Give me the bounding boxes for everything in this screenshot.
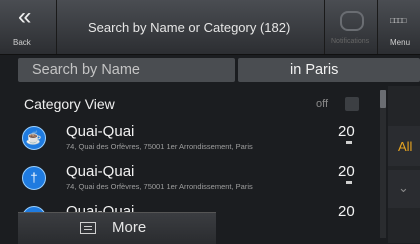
notifications-label: Notifications <box>331 38 370 45</box>
speech-bubble-icon <box>340 11 364 31</box>
more-button[interactable]: More <box>18 212 216 244</box>
search-placeholder: Search by Name <box>32 62 140 78</box>
back-icon: « <box>18 3 32 30</box>
page-title: Search by Name or Category (182) <box>88 20 291 35</box>
city-selector-button[interactable]: in Paris <box>238 58 420 82</box>
place-distance: 20 <box>338 123 355 140</box>
menu-label: Menu <box>390 38 411 47</box>
place-distance: 20 <box>338 203 355 220</box>
top-bar: « Back Search by Name or Category (182) … <box>0 0 420 55</box>
back-button[interactable]: « Back <box>0 0 57 54</box>
collapse-button[interactable]: ⌄ <box>388 170 420 208</box>
list-item[interactable]: † Quai-Quai 74, Quai des Orfèvres, 75001… <box>18 160 378 198</box>
menu-grid-icon: □□□□ <box>390 16 406 25</box>
all-filter-button[interactable]: All <box>388 126 420 166</box>
distance-unit-icon <box>346 141 352 144</box>
coffee-icon: ☕ <box>22 126 46 150</box>
list-item[interactable]: ☕ Quai-Quai 74, Quai des Orfèvres, 75001… <box>18 120 378 158</box>
more-label: More <box>112 219 147 236</box>
place-distance: 20 <box>338 163 355 180</box>
search-input[interactable]: Search by Name <box>18 58 235 82</box>
search-row: Search by Name in Paris <box>0 56 420 84</box>
list-icon <box>80 222 96 234</box>
category-view-row[interactable]: Category View off <box>18 90 378 118</box>
distance-unit-icon <box>346 181 352 184</box>
place-name: Quai-Quai <box>66 163 135 180</box>
back-label: Back <box>13 38 31 47</box>
category-view-label: Category View <box>24 96 115 112</box>
restaurant-icon: † <box>22 166 46 190</box>
chevron-down-icon: ⌄ <box>398 180 409 195</box>
place-address: 74, Quai des Orfèvres, 75001 1er Arrondi… <box>66 182 253 191</box>
search-title-button[interactable]: Search by Name or Category (182) <box>56 0 324 54</box>
list-scrollbar[interactable] <box>380 90 386 238</box>
city-label: in Paris <box>290 62 339 78</box>
menu-button[interactable]: □□□□ Menu <box>376 0 420 54</box>
category-toggle-state: off <box>316 98 329 110</box>
scrollbar-thumb[interactable] <box>380 90 386 108</box>
category-toggle[interactable] <box>345 97 359 111</box>
place-address: 74, Quai des Orfèvres, 75001 1er Arrondi… <box>66 142 253 151</box>
place-name: Quai-Quai <box>66 123 135 140</box>
notifications-button[interactable]: Notifications <box>324 0 378 54</box>
all-label: All <box>398 139 413 154</box>
